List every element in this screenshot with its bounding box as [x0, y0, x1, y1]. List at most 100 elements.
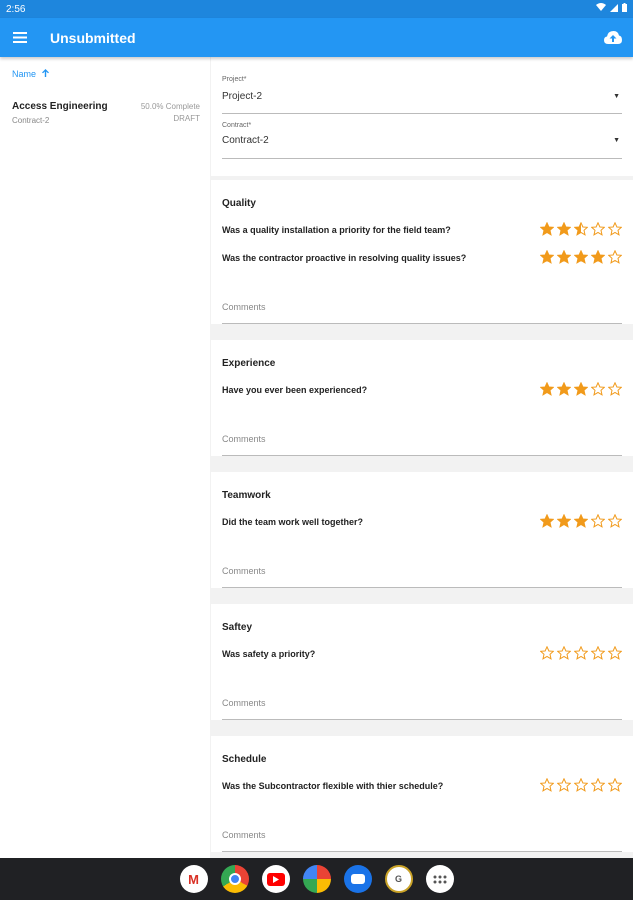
star-filled-icon[interactable]	[573, 381, 589, 398]
question-row: Was a quality installation a priority fo…	[222, 216, 623, 244]
star-rating[interactable]	[539, 777, 623, 794]
star-filled-icon[interactable]	[539, 221, 555, 238]
star-filled-icon[interactable]	[556, 381, 572, 398]
star-filled-icon[interactable]	[539, 249, 555, 266]
contract-select[interactable]: Contract* Contract-2 ▼	[222, 114, 622, 159]
comments-field[interactable]: Comments	[222, 404, 622, 456]
form-pane: Project* Project-2 ▼ Contract* Contract-…	[211, 57, 633, 858]
question-text: Have you ever been experienced?	[222, 385, 368, 395]
photos-icon[interactable]	[302, 865, 331, 893]
section-title: Saftey	[222, 622, 253, 633]
star-outline-icon[interactable]	[607, 777, 623, 794]
project-select[interactable]: Project* Project-2 ▼	[222, 57, 622, 114]
rating-section: Schedule Was the Subcontractor flexible w…	[211, 736, 633, 852]
cloud-upload-icon[interactable]	[593, 18, 633, 57]
app-drawer-icon[interactable]	[425, 865, 454, 893]
comments-placeholder: Comments	[222, 698, 266, 708]
list-item-progress: 50.0% Complete	[140, 102, 200, 111]
list-item-name: Access Engineering	[12, 101, 108, 112]
question-row: Was safety a priority?	[222, 640, 623, 668]
star-outline-icon[interactable]	[607, 249, 623, 266]
star-filled-icon[interactable]	[556, 513, 572, 530]
star-outline-icon[interactable]	[590, 645, 606, 662]
messages-icon[interactable]	[343, 865, 372, 893]
project-label: Project*	[222, 76, 247, 83]
star-filled-icon[interactable]	[556, 221, 572, 238]
app-bar: Unsubmitted	[0, 18, 633, 57]
star-filled-icon[interactable]	[573, 249, 589, 266]
dropdown-arrow-icon: ▼	[613, 137, 620, 144]
sort-label: Name	[12, 69, 37, 79]
star-outline-icon[interactable]	[607, 381, 623, 398]
question-text: Did the team work well together?	[222, 517, 364, 527]
star-filled-icon[interactable]	[573, 513, 589, 530]
question-text: Was the contractor proactive in resolvin…	[222, 253, 467, 263]
app-icon[interactable]: G	[384, 865, 413, 893]
star-outline-icon[interactable]	[607, 513, 623, 530]
star-outline-icon[interactable]	[556, 777, 572, 794]
youtube-icon[interactable]	[261, 865, 290, 893]
question-text: Was safety a priority?	[222, 649, 316, 659]
star-outline-icon[interactable]	[607, 645, 623, 662]
wifi-icon	[596, 3, 606, 15]
comments-field[interactable]: Comments	[222, 668, 622, 720]
comments-placeholder: Comments	[222, 830, 266, 840]
status-bar: 2:56	[0, 0, 633, 18]
star-outline-icon[interactable]	[573, 777, 589, 794]
dropdown-arrow-icon: ▼	[613, 93, 620, 100]
star-outline-icon[interactable]	[590, 513, 606, 530]
rating-section: Experience Have you ever been experienced…	[211, 340, 633, 456]
chrome-icon[interactable]	[220, 865, 249, 893]
comments-field[interactable]: Comments	[222, 800, 622, 852]
section-title: Schedule	[222, 754, 267, 765]
sections-container: Quality Was a quality installation a prio…	[211, 180, 633, 852]
star-rating[interactable]	[539, 249, 623, 266]
star-outline-icon[interactable]	[573, 645, 589, 662]
section-title: Teamwork	[222, 490, 271, 501]
star-rating[interactable]	[539, 513, 623, 530]
star-filled-icon[interactable]	[539, 381, 555, 398]
comments-placeholder: Comments	[222, 302, 266, 312]
star-outline-icon[interactable]	[539, 645, 555, 662]
list-item-contract: Contract-2	[12, 116, 50, 125]
gmail-icon[interactable]: M	[179, 865, 208, 893]
app-dock: M G	[0, 858, 633, 900]
status-time: 2:56	[6, 3, 26, 15]
comments-field[interactable]: Comments	[222, 272, 622, 324]
contract-label: Contract*	[222, 122, 252, 129]
signal-icon	[610, 3, 618, 15]
question-text: Was a quality installation a priority fo…	[222, 225, 451, 235]
comments-placeholder: Comments	[222, 434, 266, 444]
battery-icon	[622, 3, 627, 15]
question-row: Did the team work well together?	[222, 508, 623, 536]
star-outline-icon[interactable]	[590, 381, 606, 398]
list-item-status: DRAFT	[173, 114, 200, 123]
submission-list-pane: Name Access Engineering Contract-2 50.0%…	[0, 57, 210, 858]
hamburger-menu-icon[interactable]	[0, 18, 40, 57]
star-filled-icon[interactable]	[539, 513, 555, 530]
comments-field[interactable]: Comments	[222, 536, 622, 588]
rating-section: Quality Was a quality installation a prio…	[211, 180, 633, 324]
project-value: Project-2	[222, 91, 263, 102]
sort-header[interactable]: Name	[0, 57, 210, 91]
star-rating[interactable]	[539, 381, 623, 398]
star-outline-icon[interactable]	[607, 221, 623, 238]
list-item[interactable]: Access Engineering Contract-2 50.0% Comp…	[0, 91, 210, 125]
star-rating[interactable]	[539, 645, 623, 662]
star-half-icon[interactable]	[573, 221, 589, 238]
question-row: Was the contractor proactive in resolvin…	[222, 244, 623, 272]
star-outline-icon[interactable]	[556, 645, 572, 662]
question-row: Was the Subcontractor flexible with thie…	[222, 772, 623, 800]
star-filled-icon[interactable]	[590, 249, 606, 266]
comments-placeholder: Comments	[222, 566, 266, 576]
star-outline-icon[interactable]	[590, 777, 606, 794]
star-outline-icon[interactable]	[590, 221, 606, 238]
question-row: Have you ever been experienced?	[222, 376, 623, 404]
star-outline-icon[interactable]	[539, 777, 555, 794]
header-card: Project* Project-2 ▼ Contract* Contract-…	[211, 57, 633, 176]
star-filled-icon[interactable]	[556, 249, 572, 266]
arrow-up-icon	[42, 69, 50, 79]
question-text: Was the Subcontractor flexible with thie…	[222, 781, 444, 791]
contract-value: Contract-2	[222, 135, 269, 146]
star-rating[interactable]	[539, 221, 623, 238]
